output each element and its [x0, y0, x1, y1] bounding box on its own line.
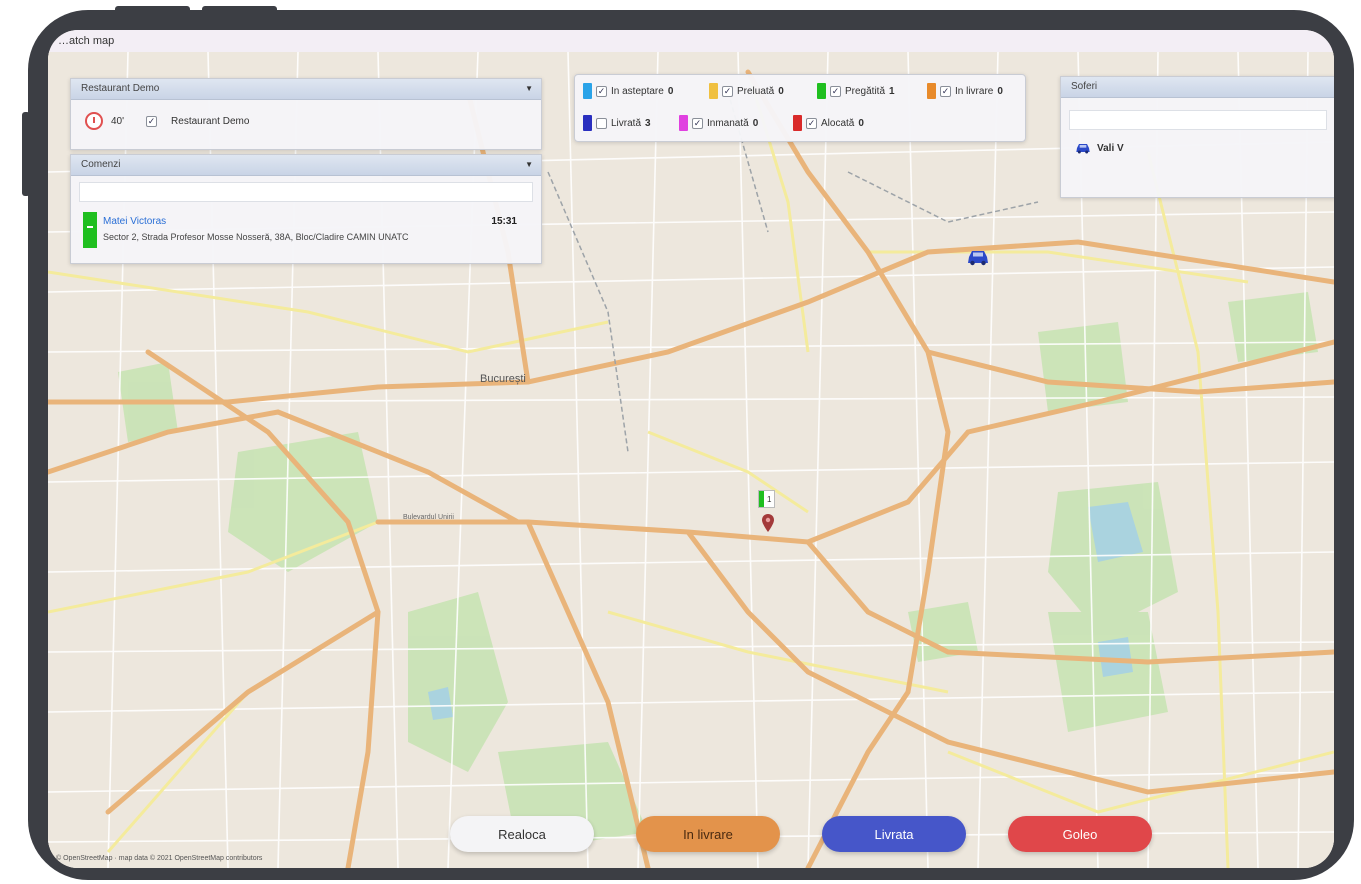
- status-count: 0: [667, 85, 674, 97]
- status-label: Inmanată: [707, 117, 749, 129]
- minus-icon: [87, 226, 93, 228]
- status-swatch: [583, 115, 592, 131]
- status-checkbox[interactable]: ✓: [692, 117, 703, 129]
- restaurant-checkbox[interactable]: ✓: [146, 115, 158, 127]
- status-swatch: [583, 83, 592, 99]
- hardware-button-top-left: [115, 6, 190, 14]
- order-list-item[interactable]: Matei Victoras 15:31 Sector 2, Strada Pr…: [79, 210, 533, 250]
- status-legend-panel: ✓ In asteptare 0 ✓ Preluată 0 ✓ Pregătit…: [574, 74, 1026, 142]
- restaurant-panel: Restaurant Demo ▼ 40' ✓ Restaurant Demo: [70, 78, 542, 150]
- orders-panel: Comenzi ▼ Matei Victoras 15:31 Sector 2,…: [70, 154, 542, 264]
- legend-livrata[interactable]: Livrată 3: [583, 115, 651, 131]
- drivers-panel-header[interactable]: Soferi: [1061, 77, 1334, 98]
- status-checkbox[interactable]: ✓: [596, 85, 607, 97]
- prep-time-value[interactable]: 40': [111, 116, 124, 127]
- legend-in-livrare[interactable]: ✓ In livrare 0: [927, 83, 1003, 99]
- order-customer-name[interactable]: Matei Victoras: [103, 216, 166, 227]
- car-icon: [968, 251, 988, 266]
- legend-pregatita[interactable]: ✓ Pregătită 1: [817, 83, 895, 99]
- legend-preluata[interactable]: ✓ Preluată 0: [709, 83, 784, 99]
- restaurant-name: Restaurant Demo: [171, 115, 250, 127]
- order-time: 15:31: [491, 216, 517, 227]
- clock-icon: [85, 112, 103, 130]
- status-label: Pregătită: [845, 85, 886, 97]
- legend-inmanata[interactable]: ✓ Inmanată 0: [679, 115, 758, 131]
- status-checkbox[interactable]: ✓: [722, 85, 733, 97]
- orders-search-input[interactable]: [79, 182, 533, 202]
- status-swatch: [679, 115, 688, 131]
- status-swatch: [927, 83, 936, 99]
- drivers-panel: Soferi Vali V: [1060, 76, 1334, 198]
- hardware-button-side: [22, 112, 30, 196]
- status-swatch: [817, 83, 826, 99]
- livrata-button[interactable]: Livrata: [822, 816, 966, 852]
- car-icon: [1076, 144, 1090, 154]
- status-checkbox[interactable]: ✓: [940, 85, 951, 97]
- chevron-down-icon[interactable]: ▼: [525, 79, 533, 99]
- app-screen: …atch map București Bulevardul Unirii 1 …: [48, 30, 1334, 868]
- status-count: 1: [889, 85, 895, 97]
- legend-alocata[interactable]: ✓ Alocată 0: [793, 115, 864, 131]
- status-label: In asteptare: [611, 85, 664, 97]
- order-address: Sector 2, Strada Profesor Mosse Nosseră,…: [103, 232, 409, 242]
- order-status-swatch: [83, 212, 97, 248]
- orders-panel-header[interactable]: Comenzi ▼: [71, 155, 541, 176]
- status-label: Alocată: [821, 117, 855, 129]
- street-label: Bulevardul Unirii: [403, 514, 454, 521]
- status-count: 0: [997, 85, 1003, 97]
- status-swatch: [793, 115, 802, 131]
- status-checkbox[interactable]: ✓: [830, 85, 841, 97]
- legend-in-asteptare[interactable]: ✓ In asteptare 0: [583, 83, 673, 99]
- order-marker-count: 1: [767, 494, 772, 504]
- status-count: 0: [858, 117, 864, 129]
- in-livrare-button[interactable]: In livrare: [636, 816, 780, 852]
- status-label: In livrare: [955, 85, 994, 97]
- window-title: …atch map: [48, 30, 1334, 52]
- realoca-button[interactable]: Realoca: [450, 816, 594, 852]
- driver-list-item[interactable]: Vali V: [1075, 142, 1334, 154]
- map-attribution: © OpenStreetMap · map data © 2021 OpenSt…: [56, 855, 263, 862]
- hardware-button-top-right: [202, 6, 277, 14]
- status-label: Livrată: [611, 117, 642, 129]
- orders-panel-title: Comenzi: [81, 159, 121, 170]
- status-count: 0: [778, 85, 784, 97]
- order-status-marker[interactable]: 1: [758, 490, 776, 508]
- status-checkbox[interactable]: [596, 117, 607, 129]
- goleste-button[interactable]: Goleo: [1008, 816, 1152, 852]
- chevron-down-icon[interactable]: ▼: [525, 155, 533, 175]
- order-marker-swatch: [759, 491, 764, 507]
- status-checkbox[interactable]: ✓: [806, 117, 817, 129]
- restaurant-panel-header[interactable]: Restaurant Demo ▼: [71, 79, 541, 100]
- restaurant-panel-title: Restaurant Demo: [81, 83, 160, 94]
- status-swatch: [709, 83, 718, 99]
- drivers-panel-title: Soferi: [1071, 81, 1098, 92]
- drivers-search-input[interactable]: [1069, 110, 1327, 130]
- status-count: 0: [752, 117, 759, 129]
- driver-name: Vali V: [1097, 142, 1124, 154]
- status-label: Preluată: [737, 85, 775, 97]
- city-label: București: [480, 373, 526, 385]
- status-count: 3: [645, 117, 651, 129]
